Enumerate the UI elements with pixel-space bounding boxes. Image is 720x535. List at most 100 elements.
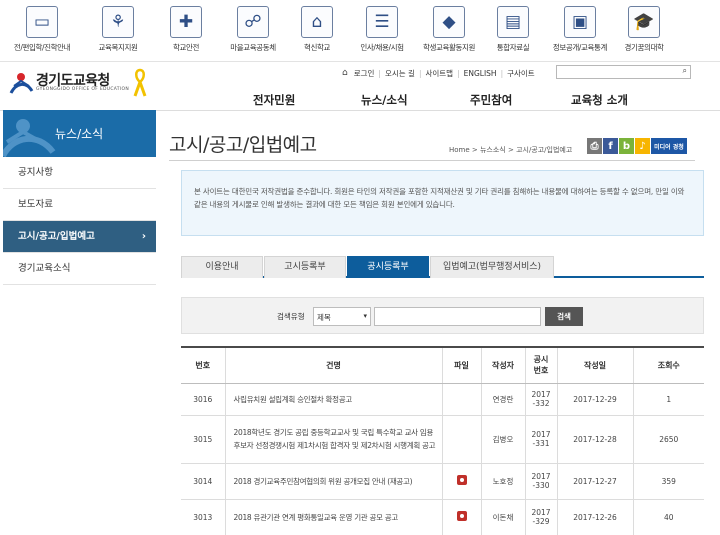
- site-search: ⌕: [556, 65, 691, 79]
- tab-usage-guide[interactable]: 이용안내: [181, 256, 263, 278]
- quick-menu-item[interactable]: ☍ 마을교육공동체: [220, 6, 286, 53]
- quick-menu-label: 마을교육공동체: [230, 43, 276, 52]
- archive-icon: ▤: [497, 6, 529, 38]
- sidebar-item-press[interactable]: 보도자료: [3, 189, 156, 221]
- yellow-ribbon-icon: [133, 68, 147, 97]
- print-icon[interactable]: ⎙: [587, 138, 602, 154]
- tab-public-register[interactable]: 공시등록부: [347, 256, 429, 278]
- quick-menu-label: 혁신학교: [304, 43, 330, 52]
- quick-menu-label: 인사/채용/시험: [360, 43, 404, 52]
- quick-menu-label: 경기꿈의대학: [624, 43, 664, 52]
- row-date: 2017-12-28: [556, 415, 633, 464]
- row-number: 3016: [181, 383, 225, 416]
- breadcrumb: Home > 뉴스소식 > 고시/공고/입법예고: [449, 146, 573, 154]
- quick-menu-label: 교육복지지원: [98, 43, 138, 52]
- sidebar-item-gyeonggi-news[interactable]: 경기교육소식: [3, 253, 156, 285]
- table-row[interactable]: 3016 사립유치원 설립계획 승인절차 확정공고 연경란 2017 -332 2017…: [181, 383, 704, 416]
- site-search-input[interactable]: [557, 66, 675, 78]
- quick-menu-item[interactable]: ✚ 학교안전: [153, 6, 219, 53]
- quick-menu-item[interactable]: 🎓 경기꿈의대학: [611, 6, 677, 53]
- row-title-link[interactable]: 2018학년도 경기도 공립 중등학교교사 및 국립 특수학교 교사 임용후보자…: [224, 415, 442, 464]
- chevron-down-icon: ▾: [363, 312, 367, 320]
- page-title: 고시/공고/입법예고: [169, 134, 317, 156]
- row-title-link[interactable]: 사립유치원 설립계획 승인절차 확정공고: [224, 383, 442, 416]
- gnb-item-about[interactable]: 교육청 소개: [571, 92, 628, 108]
- sidebar-item-label: 고시/공고/입법예고: [18, 231, 95, 242]
- row-file: [441, 499, 481, 535]
- col-number-header: 번호: [181, 346, 225, 384]
- kakaostory-icon[interactable]: ♪: [635, 138, 650, 154]
- search-type-label: 검색유형: [277, 312, 305, 321]
- col-title-header: 건명: [224, 346, 442, 384]
- sidebar-menu: 공지사항 보도자료 고시/공고/입법예고 › 경기교육소식: [3, 157, 156, 285]
- media-button[interactable]: 미디어 경청: [651, 138, 687, 154]
- hands-icon: ☍: [237, 6, 269, 38]
- row-views: 1: [632, 383, 704, 416]
- row-notice-number: 2017 -329: [524, 499, 557, 535]
- tab-legislation-notice[interactable]: 입법예고(법무행정서비스): [430, 256, 554, 278]
- quick-menu-item[interactable]: ⌂ 혁신학교: [284, 6, 350, 53]
- search-type-value: 제목: [317, 313, 331, 322]
- facebook-icon[interactable]: f: [603, 138, 618, 154]
- quick-menu-item[interactable]: ☰ 인사/채용/시험: [349, 6, 415, 53]
- share-toolbar: ⎙ f b ♪ 미디어 경청: [587, 138, 687, 154]
- home-icon[interactable]: ⌂: [342, 68, 348, 78]
- gnb-item-participation[interactable]: 주민참여: [470, 92, 512, 108]
- presentation-board-icon: ▣: [564, 6, 596, 38]
- attachment-file-icon[interactable]: [456, 511, 467, 521]
- document-icon: ☰: [366, 6, 398, 38]
- directions-link[interactable]: 오시는 길: [385, 68, 415, 79]
- row-author: 김병오: [480, 415, 525, 464]
- gnb-item-civil-service[interactable]: 전자민원: [253, 92, 295, 108]
- quick-menu-item[interactable]: ▭ 전/편입학/진학안내: [9, 6, 75, 53]
- attachment-file-icon[interactable]: [456, 475, 467, 485]
- quick-menu-item[interactable]: ◆ 학생교육활동지원: [416, 6, 482, 53]
- row-views: 40: [632, 499, 704, 535]
- search-type-select[interactable]: 제목 ▾: [313, 307, 371, 326]
- col-author-header: 작성자: [480, 346, 525, 384]
- window-stack-icon: ▭: [26, 6, 58, 38]
- site-logo[interactable]: 경기도교육청 GYEONGGIDO OFFICE OF EDUCATION: [8, 68, 168, 98]
- divider: |: [457, 68, 460, 78]
- row-title-link[interactable]: 2018 유관기관 연계 평화통일교육 운영 기관 공모 공고: [224, 499, 442, 535]
- row-file: [441, 383, 481, 416]
- sprout-icon: ⚘: [102, 6, 134, 38]
- row-notice-number: 2017 -332: [524, 383, 557, 416]
- gyeonggi-logo-icon: [9, 73, 34, 94]
- sidebar-item-announcements[interactable]: 고시/공고/입법예고 ›: [3, 221, 156, 253]
- english-link[interactable]: ENGLISH: [464, 69, 497, 78]
- row-views: 359: [632, 463, 704, 500]
- sidebar-item-label: 공지사항: [18, 167, 53, 178]
- sidebar-header: 뉴스/소식: [3, 110, 156, 157]
- quick-menu-item[interactable]: ▤ 통합자료실: [480, 6, 546, 53]
- graduation-cap-icon: 🎓: [628, 6, 660, 38]
- table-row[interactable]: 3013 2018 유관기관 연계 평화통일교육 운영 기관 공모 공고 이돈채 20…: [181, 499, 704, 535]
- quick-menu-label: 학교안전: [173, 43, 199, 52]
- keyword-input[interactable]: [374, 307, 541, 326]
- sitemap-link[interactable]: 사이트맵: [425, 68, 453, 79]
- login-link[interactable]: 로그인: [354, 68, 375, 79]
- table-row[interactable]: 3014 2018 경기교육주민참여협의회 위원 공개모집 안내 (재공고) 노호정…: [181, 463, 704, 500]
- search-button[interactable]: 검색: [545, 307, 583, 326]
- sidebar-item-notices[interactable]: 공지사항: [3, 157, 156, 189]
- title-divider: [169, 160, 695, 161]
- row-views: 2650: [632, 415, 704, 464]
- copyright-notice: 본 사이트는 대한민국 저작권법을 준수합니다. 회원은 타인의 저작권을 포함…: [181, 170, 704, 236]
- col-views-header: 조회수: [632, 346, 704, 384]
- search-icon[interactable]: ⌕: [683, 66, 687, 76]
- blog-icon[interactable]: b: [619, 138, 634, 154]
- table-header-row: 번호 건명 파일 작성자 공시 번호 작성일 조회수: [181, 346, 704, 384]
- table-row[interactable]: 3015 2018학년도 경기도 공립 중등학교교사 및 국립 특수학교 교사 임…: [181, 415, 704, 464]
- chevron-right-icon: ›: [141, 231, 146, 242]
- quick-menu-item[interactable]: ⚘ 교육복지지원: [85, 6, 151, 53]
- gnb-item-news[interactable]: 뉴스/소식: [361, 92, 408, 108]
- divider: |: [418, 68, 422, 78]
- tab-notice-register[interactable]: 고시등록부: [264, 256, 346, 278]
- old-site-link[interactable]: 구사이트: [507, 68, 535, 79]
- quick-menu-item[interactable]: ▣ 정보공개/교육통계: [547, 6, 613, 53]
- sidebar-item-label: 보도자료: [18, 199, 53, 210]
- row-title-link[interactable]: 2018 경기교육주민참여협의회 위원 공개모집 안내 (재공고): [224, 463, 442, 500]
- row-notice-number: 2017 -331: [524, 415, 557, 464]
- row-file: [441, 463, 481, 500]
- col-date-header: 작성일: [556, 346, 633, 384]
